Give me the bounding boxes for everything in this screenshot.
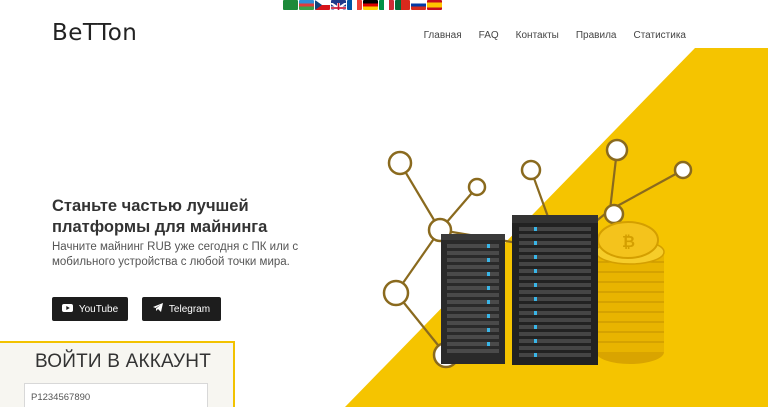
wallet-input[interactable]: P1234567890 (24, 383, 208, 407)
telegram-icon (152, 303, 163, 315)
hero-subtitle: Начните майнинг RUB уже сегодня с ПК или… (52, 241, 299, 268)
youtube-label: YouTube (78, 303, 119, 315)
youtube-button[interactable]: YouTube (52, 297, 128, 321)
telegram-button[interactable]: Telegram (142, 297, 221, 321)
hero-title: Станьте частью лучшей платформы для майн… (52, 197, 268, 236)
youtube-icon (61, 303, 73, 315)
login-title: ВОЙТИ В АККАУНТ (35, 351, 212, 372)
telegram-label: Telegram (168, 303, 211, 315)
svg-text:₿: ₿ (622, 232, 635, 251)
login-panel: ВОЙТИ В АККАУНТ P1234567890 (0, 341, 235, 407)
